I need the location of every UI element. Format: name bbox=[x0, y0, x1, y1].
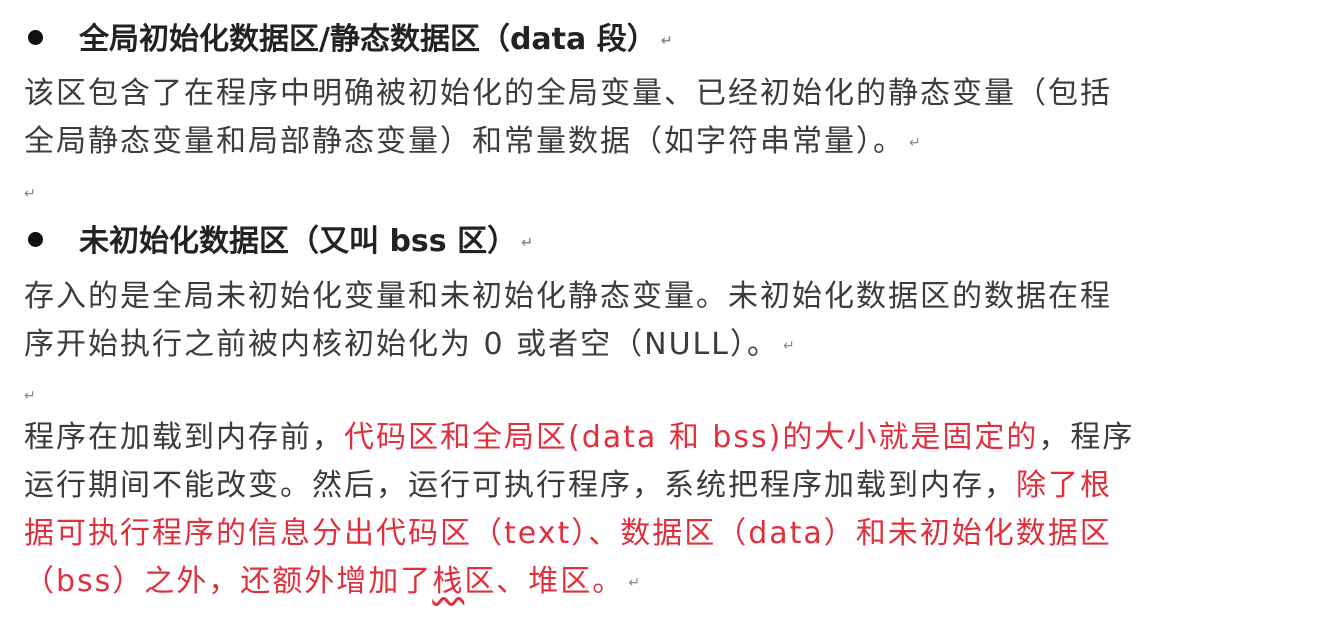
highlighted-text: 除了根 bbox=[1016, 468, 1112, 503]
line-text: ，程序 bbox=[1038, 420, 1135, 455]
paragraph-line: 序开始执行之前被内核初始化为 0 或者空（NULL）。 ↵ bbox=[24, 325, 797, 365]
paragraph-mark: ↵ bbox=[909, 134, 923, 151]
paragraph-line: 程序在加载到内存前，代码区和全局区(data 和 bss)的大小就是固定的，程序 bbox=[24, 418, 1134, 458]
document-page: 全局初始化数据区/静态数据区（data 段） ↵ 该区包含了在程序中明确被初始化的… bbox=[0, 0, 1317, 620]
paragraph-mark: ↵ bbox=[628, 574, 643, 591]
highlighted-text: 代码区和全局区(data 和 bss)的大小就是固定的 bbox=[344, 420, 1039, 455]
highlighted-text: （bss）之外，还额外增加了 bbox=[24, 564, 433, 599]
line-text: 程序在加载到内存前， bbox=[24, 420, 344, 455]
bullet-icon bbox=[28, 232, 43, 247]
line-text: 存入的是全局未初始化变量和未初始化静态变量。未初始化数据区的数据在程 bbox=[24, 279, 1112, 314]
bullet-icon bbox=[28, 30, 43, 45]
paragraph-line: 全局静态变量和局部静态变量）和常量数据（如字符串常量）。 ↵ bbox=[24, 122, 923, 162]
heading-bss-segment: 未初始化数据区（又叫 bss 区） ↵ bbox=[28, 222, 533, 262]
paragraph-mark: ↵ bbox=[521, 234, 533, 251]
heading-data-segment: 全局初始化数据区/静态数据区（data 段） ↵ bbox=[28, 20, 672, 60]
highlighted-text: 区、堆区。 bbox=[464, 564, 625, 599]
paragraph-mark: ↵ bbox=[660, 32, 673, 49]
line-text: 该区包含了在程序中明确被初始化的全局变量、已经初始化的静态变量（包括 bbox=[24, 76, 1112, 111]
paragraph-mark: ↵ bbox=[783, 337, 797, 354]
highlighted-text: 栈 bbox=[432, 564, 465, 599]
highlighted-text: 据可执行程序的信息分出代码区（text）、数据区（data）和未初始化数据区 bbox=[24, 516, 1112, 551]
paragraph-line: 运行期间不能改变。然后，运行可执行程序，系统把程序加载到内存，除了根 bbox=[24, 466, 1112, 506]
heading-text: 全局初始化数据区/静态数据区（data 段） bbox=[79, 22, 657, 57]
heading-text: 未初始化数据区（又叫 bss 区） bbox=[79, 224, 518, 259]
paragraph-line: 据可执行程序的信息分出代码区（text）、数据区（data）和未初始化数据区 bbox=[24, 514, 1112, 554]
paragraph-line: （bss）之外，还额外增加了栈区、堆区。 ↵ bbox=[24, 562, 642, 602]
line-text: 运行期间不能改变。然后，运行可执行程序，系统把程序加载到内存， bbox=[24, 468, 1016, 503]
line-text: 序开始执行之前被内核初始化为 0 或者空（NULL）。 bbox=[24, 327, 779, 362]
paragraph-mark: ↵ bbox=[24, 388, 36, 404]
line-text: 全局静态变量和局部静态变量）和常量数据（如字符串常量）。 bbox=[24, 124, 905, 159]
paragraph-mark: ↵ bbox=[24, 186, 36, 202]
paragraph-line: 该区包含了在程序中明确被初始化的全局变量、已经初始化的静态变量（包括 bbox=[24, 74, 1112, 114]
paragraph-line: 存入的是全局未初始化变量和未初始化静态变量。未初始化数据区的数据在程 bbox=[24, 277, 1112, 317]
